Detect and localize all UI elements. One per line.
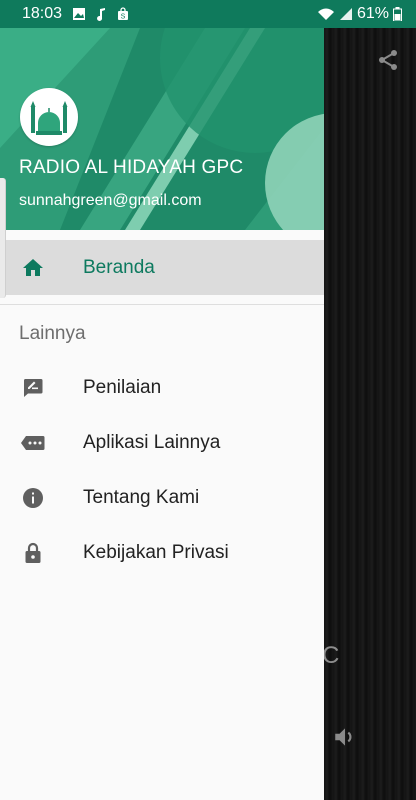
background-partial-text: C <box>322 642 340 669</box>
battery-percentage: 61% <box>356 5 389 22</box>
menu-item-label: Aplikasi Lainnya <box>83 431 221 453</box>
app-logo <box>20 88 78 146</box>
edge-panel-handle[interactable] <box>0 178 6 298</box>
more-tag-icon <box>20 430 46 456</box>
status-time: 18:03 <box>22 5 63 22</box>
rate-review-icon <box>20 375 46 401</box>
volume-icon[interactable] <box>332 724 358 750</box>
menu-item-penilaian[interactable]: Penilaian <box>0 360 324 415</box>
svg-text:S: S <box>121 14 126 21</box>
wifi-icon <box>317 8 334 20</box>
battery-icon <box>393 7 402 21</box>
menu-item-kebijakan-privasi[interactable]: Kebijakan Privasi <box>0 525 324 580</box>
menu-item-beranda[interactable]: Beranda <box>0 240 324 295</box>
shopping-bag-icon: S <box>118 7 129 21</box>
signal-icon <box>339 8 352 20</box>
drawer-app-name: RADIO AL HIDAYAH GPC <box>19 157 244 178</box>
drawer-email: sunnahgreen@gmail.com <box>19 192 202 209</box>
menu-item-label: Tentang Kami <box>83 486 200 508</box>
menu-item-tentang-kami[interactable]: Tentang Kami <box>0 470 324 525</box>
image-icon <box>73 8 86 20</box>
navigation-drawer: RADIO AL HIDAYAH GPC sunnahgreen@gmail.c… <box>0 28 324 800</box>
menu-item-label: Penilaian <box>83 376 162 398</box>
lock-icon <box>20 540 46 566</box>
section-title-lainnya: Lainnya <box>19 323 86 344</box>
menu-item-label: Kebijakan Privasi <box>83 541 229 563</box>
info-icon <box>20 485 46 511</box>
home-icon <box>20 255 46 281</box>
drawer-menu: Beranda Lainnya Penilaian Aplikasi Lainn… <box>0 230 324 580</box>
music-note-icon <box>97 8 106 21</box>
menu-item-label: Beranda <box>83 256 155 278</box>
share-icon[interactable] <box>376 48 400 72</box>
status-bar: 18:03 S 61% <box>0 0 416 28</box>
drawer-header: RADIO AL HIDAYAH GPC sunnahgreen@gmail.c… <box>0 28 324 230</box>
mosque-icon <box>26 94 72 140</box>
menu-item-aplikasi-lainnya[interactable]: Aplikasi Lainnya <box>0 415 324 470</box>
